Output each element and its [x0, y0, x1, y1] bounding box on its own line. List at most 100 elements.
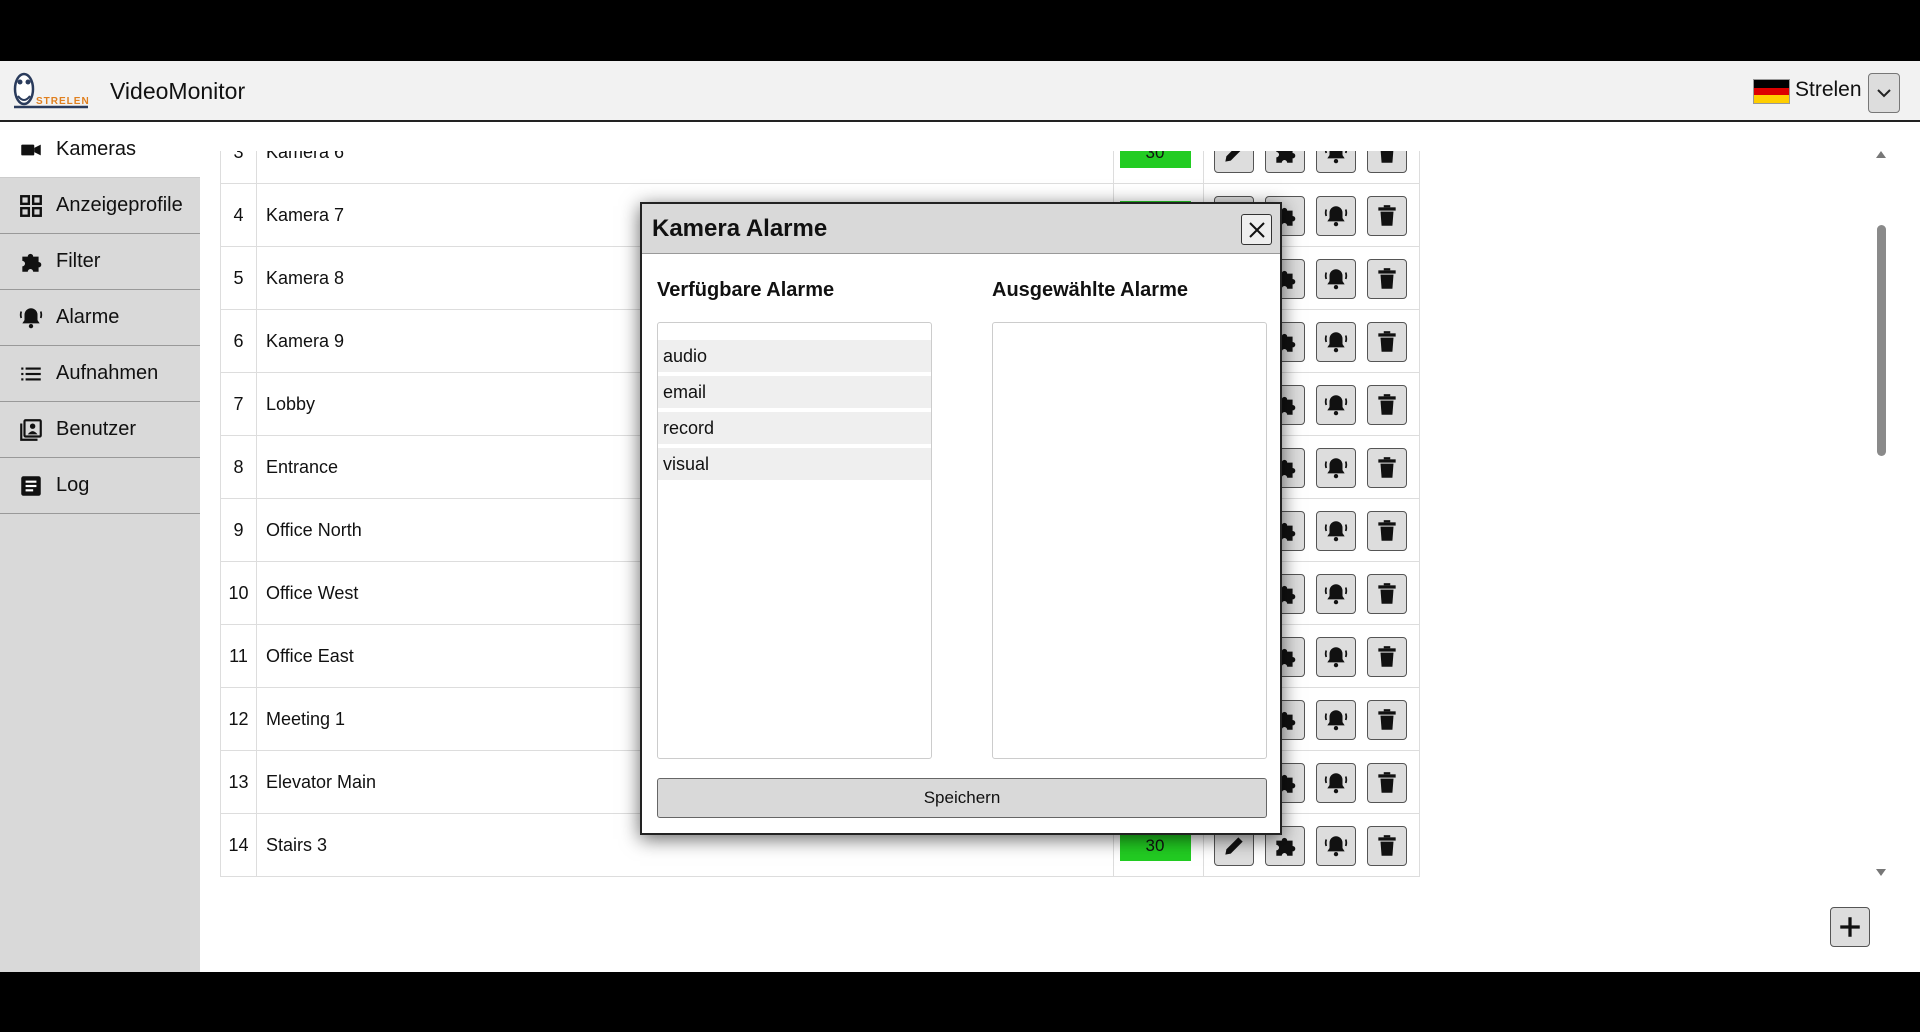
list-item[interactable]: record	[658, 412, 931, 444]
dialog-close-button[interactable]	[1241, 214, 1272, 245]
delete-camera-button[interactable]	[1367, 321, 1407, 362]
german-flag-icon[interactable]	[1753, 79, 1790, 104]
camera-id: 3	[220, 151, 257, 184]
trash-icon	[1378, 645, 1396, 667]
add-camera-button[interactable]	[1830, 907, 1870, 947]
delete-camera-button[interactable]	[1367, 825, 1407, 866]
scrollbar-thumb[interactable]	[1877, 225, 1886, 456]
camera-fps-cell: 30	[1113, 151, 1196, 184]
puzzle-icon	[1276, 151, 1296, 163]
fps-badge: 30	[1119, 830, 1191, 861]
bell-icon	[1324, 205, 1348, 226]
trash-icon	[1378, 708, 1396, 730]
bell-icon	[1324, 583, 1348, 604]
sidebar-item-alarme[interactable]: Alarme	[0, 290, 200, 346]
sidebar-item-log[interactable]: Log	[0, 458, 200, 514]
user-name: Strelen	[1795, 78, 1862, 101]
camera-actions	[1203, 151, 1420, 184]
sidebar-item-kameras[interactable]: Kameras	[0, 122, 200, 178]
delete-camera-button[interactable]	[1367, 636, 1407, 677]
bell-icon	[1324, 646, 1348, 667]
camera-alarms-button[interactable]	[1316, 510, 1356, 551]
video-camera-icon	[21, 144, 41, 155]
camera-id: 12	[220, 688, 257, 751]
svg-text:STRELEN: STRELEN	[36, 96, 90, 107]
trash-icon	[1378, 393, 1396, 415]
camera-alarms-dialog: Kamera Alarme Verfügbare Alarme Ausgewäh…	[640, 202, 1282, 835]
table-row: 3 Kamera 6 30	[220, 151, 1420, 184]
camera-alarms-button[interactable]	[1316, 321, 1356, 362]
strelen-logo: STRELEN	[10, 69, 92, 113]
camera-alarms-button[interactable]	[1316, 762, 1356, 803]
table-scrollbar[interactable]	[1871, 151, 1893, 881]
camera-alarms-button[interactable]	[1316, 151, 1356, 173]
camera-filters-button[interactable]	[1265, 151, 1305, 173]
trash-icon	[1378, 330, 1396, 352]
list-item[interactable]: email	[658, 376, 931, 408]
camera-id: 13	[220, 751, 257, 814]
trash-icon	[1378, 456, 1396, 478]
selected-alarms-title: Ausgewählte Alarme	[992, 279, 1188, 301]
delete-camera-button[interactable]	[1367, 384, 1407, 425]
plus-icon	[1840, 917, 1860, 937]
sidebar-item-filter[interactable]: Filter	[0, 234, 200, 290]
camera-alarms-button[interactable]	[1316, 447, 1356, 488]
delete-camera-button[interactable]	[1367, 258, 1407, 299]
sidebar-nav: Kameras Anzeigeprofile Filter Alarme Auf…	[0, 122, 200, 972]
delete-camera-button[interactable]	[1367, 510, 1407, 551]
sidebar-item-label: Anzeigeprofile	[56, 194, 183, 216]
user-menu-dropdown-button[interactable]	[1868, 73, 1900, 113]
delete-camera-button[interactable]	[1367, 699, 1407, 740]
camera-id: 8	[220, 436, 257, 499]
camera-id: 14	[220, 814, 257, 877]
camera-alarms-button[interactable]	[1316, 573, 1356, 614]
puzzle-icon	[22, 253, 42, 272]
camera-alarms-button[interactable]	[1316, 258, 1356, 299]
camera-alarms-button[interactable]	[1316, 195, 1356, 236]
delete-camera-button[interactable]	[1367, 447, 1407, 488]
edit-camera-button[interactable]	[1214, 151, 1254, 173]
sidebar-item-anzeigeprofile[interactable]: Anzeigeprofile	[0, 178, 200, 234]
trash-icon	[1378, 582, 1396, 604]
dialog-title: Kamera Alarme	[652, 215, 828, 242]
trash-icon	[1378, 519, 1396, 541]
bell-icon	[1324, 331, 1348, 352]
app-root: STRELEN VideoMonitor Strelen Kameras Anz…	[0, 61, 1920, 972]
delete-camera-button[interactable]	[1367, 573, 1407, 614]
sidebar-item-aufnahmen[interactable]: Aufnahmen	[0, 346, 200, 402]
available-alarms-list[interactable]: audio email record visual	[657, 322, 932, 759]
delete-camera-button[interactable]	[1367, 151, 1407, 173]
camera-id: 10	[220, 562, 257, 625]
scroll-down-arrow-icon[interactable]	[1876, 869, 1886, 876]
sidebar-item-benutzer[interactable]: Benutzer	[0, 402, 200, 458]
scroll-up-arrow-icon[interactable]	[1876, 151, 1886, 158]
chevron-down-icon	[1877, 89, 1891, 98]
delete-camera-button[interactable]	[1367, 762, 1407, 803]
list-item[interactable]: audio	[658, 340, 931, 372]
delete-camera-button[interactable]	[1367, 195, 1407, 236]
bell-icon	[1324, 520, 1348, 541]
list-item[interactable]: visual	[658, 448, 931, 480]
save-button[interactable]: Speichern	[657, 778, 1267, 818]
sidebar-item-label: Filter	[56, 250, 101, 272]
selected-alarms-list[interactable]	[992, 322, 1267, 759]
trash-icon	[1378, 834, 1396, 856]
bell-icon	[1324, 709, 1348, 730]
trash-icon	[1378, 771, 1396, 793]
pencil-icon	[1225, 836, 1243, 855]
screen-bottom-border	[0, 972, 1920, 1032]
bell-icon	[1324, 835, 1348, 856]
sidebar-item-label: Benutzer	[56, 418, 137, 440]
pencil-icon	[1225, 151, 1240, 162]
camera-alarms-button[interactable]	[1316, 384, 1356, 425]
bell-icon	[1324, 772, 1348, 793]
bell-icon	[1324, 394, 1348, 415]
bell-icon	[1324, 457, 1348, 478]
sidebar-item-label: Kameras	[56, 138, 137, 160]
camera-alarms-button[interactable]	[1316, 636, 1356, 677]
camera-alarms-button[interactable]	[1316, 699, 1356, 740]
trash-icon	[1380, 151, 1394, 163]
camera-id: 4	[220, 184, 257, 247]
camera-alarms-button[interactable]	[1316, 825, 1356, 866]
camera-id: 11	[220, 625, 257, 688]
